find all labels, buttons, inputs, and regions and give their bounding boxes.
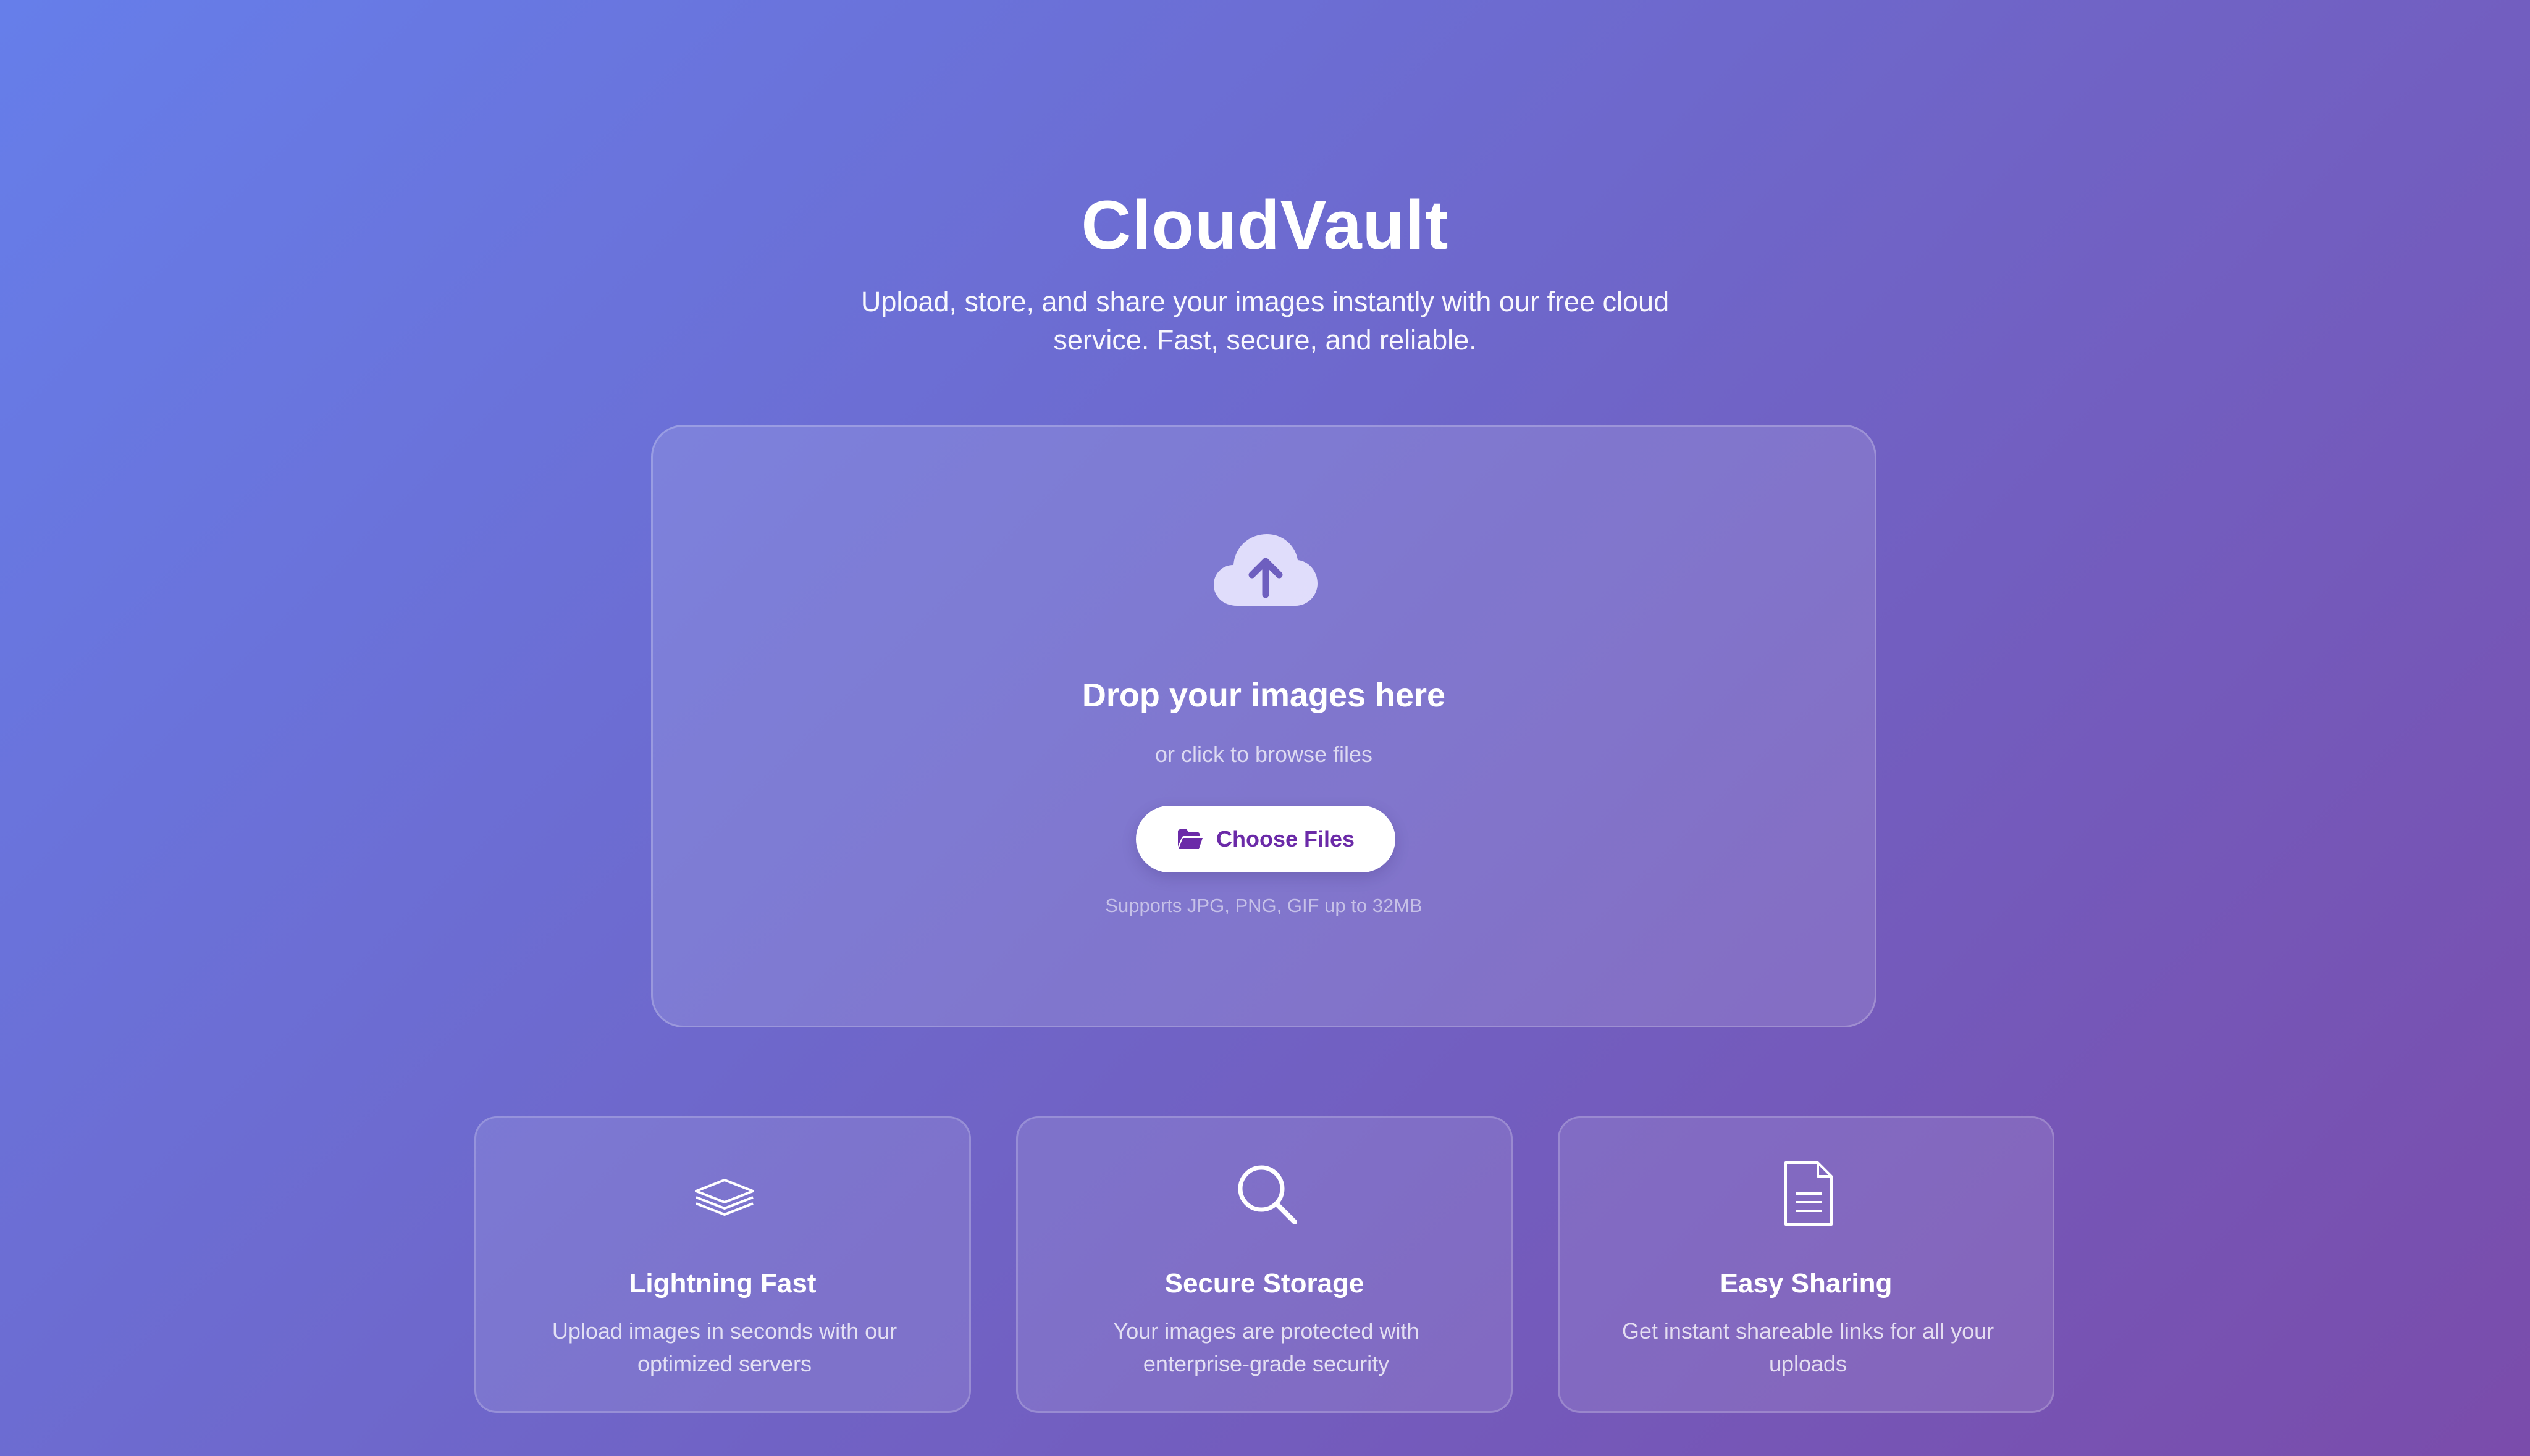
feature-description: Get instant shareable links for all your… xyxy=(1621,1318,1994,1376)
choose-files-label: Choose Files xyxy=(1216,826,1355,851)
feature-title: Secure Storage xyxy=(1164,1268,1364,1299)
document-icon xyxy=(1784,1161,1833,1226)
search-icon xyxy=(1238,1165,1297,1224)
feature-title: Easy Sharing xyxy=(1720,1268,1893,1299)
features-section: Lightning Fast Upload images in seconds … xyxy=(474,1116,2056,1413)
feature-title: Lightning Fast xyxy=(629,1268,817,1299)
choose-files-button[interactable]: Choose Files xyxy=(1136,806,1395,872)
app-title: CloudVault xyxy=(1081,186,1449,264)
app-subtitle: Upload, store, and share your images ins… xyxy=(860,286,1670,356)
dropzone-subtitle[interactable]: or click to browse files xyxy=(653,740,1875,769)
layers-icon xyxy=(695,1179,754,1216)
feature-card-lightning-fast: Lightning Fast Upload images in seconds … xyxy=(474,1116,971,1413)
supported-formats-text: Supports JPG, PNG, GIF up to 32MB xyxy=(1105,895,1423,916)
feature-description: Upload images in seconds with our optimi… xyxy=(552,1318,897,1376)
dropzone-title: Drop your images here xyxy=(1082,677,1446,714)
feature-card-easy-sharing: Easy Sharing Get instant shareable links… xyxy=(1558,1116,2054,1413)
folder-open-icon xyxy=(1177,829,1203,849)
cloud-upload-icon xyxy=(1214,534,1318,606)
feature-card-secure-storage: Secure Storage Your images are protected… xyxy=(1016,1116,1513,1413)
feature-description: Your images are protected with enterpris… xyxy=(1113,1318,1419,1376)
upload-dropzone[interactable]: Drop your images here or click to browse… xyxy=(651,425,1876,1027)
